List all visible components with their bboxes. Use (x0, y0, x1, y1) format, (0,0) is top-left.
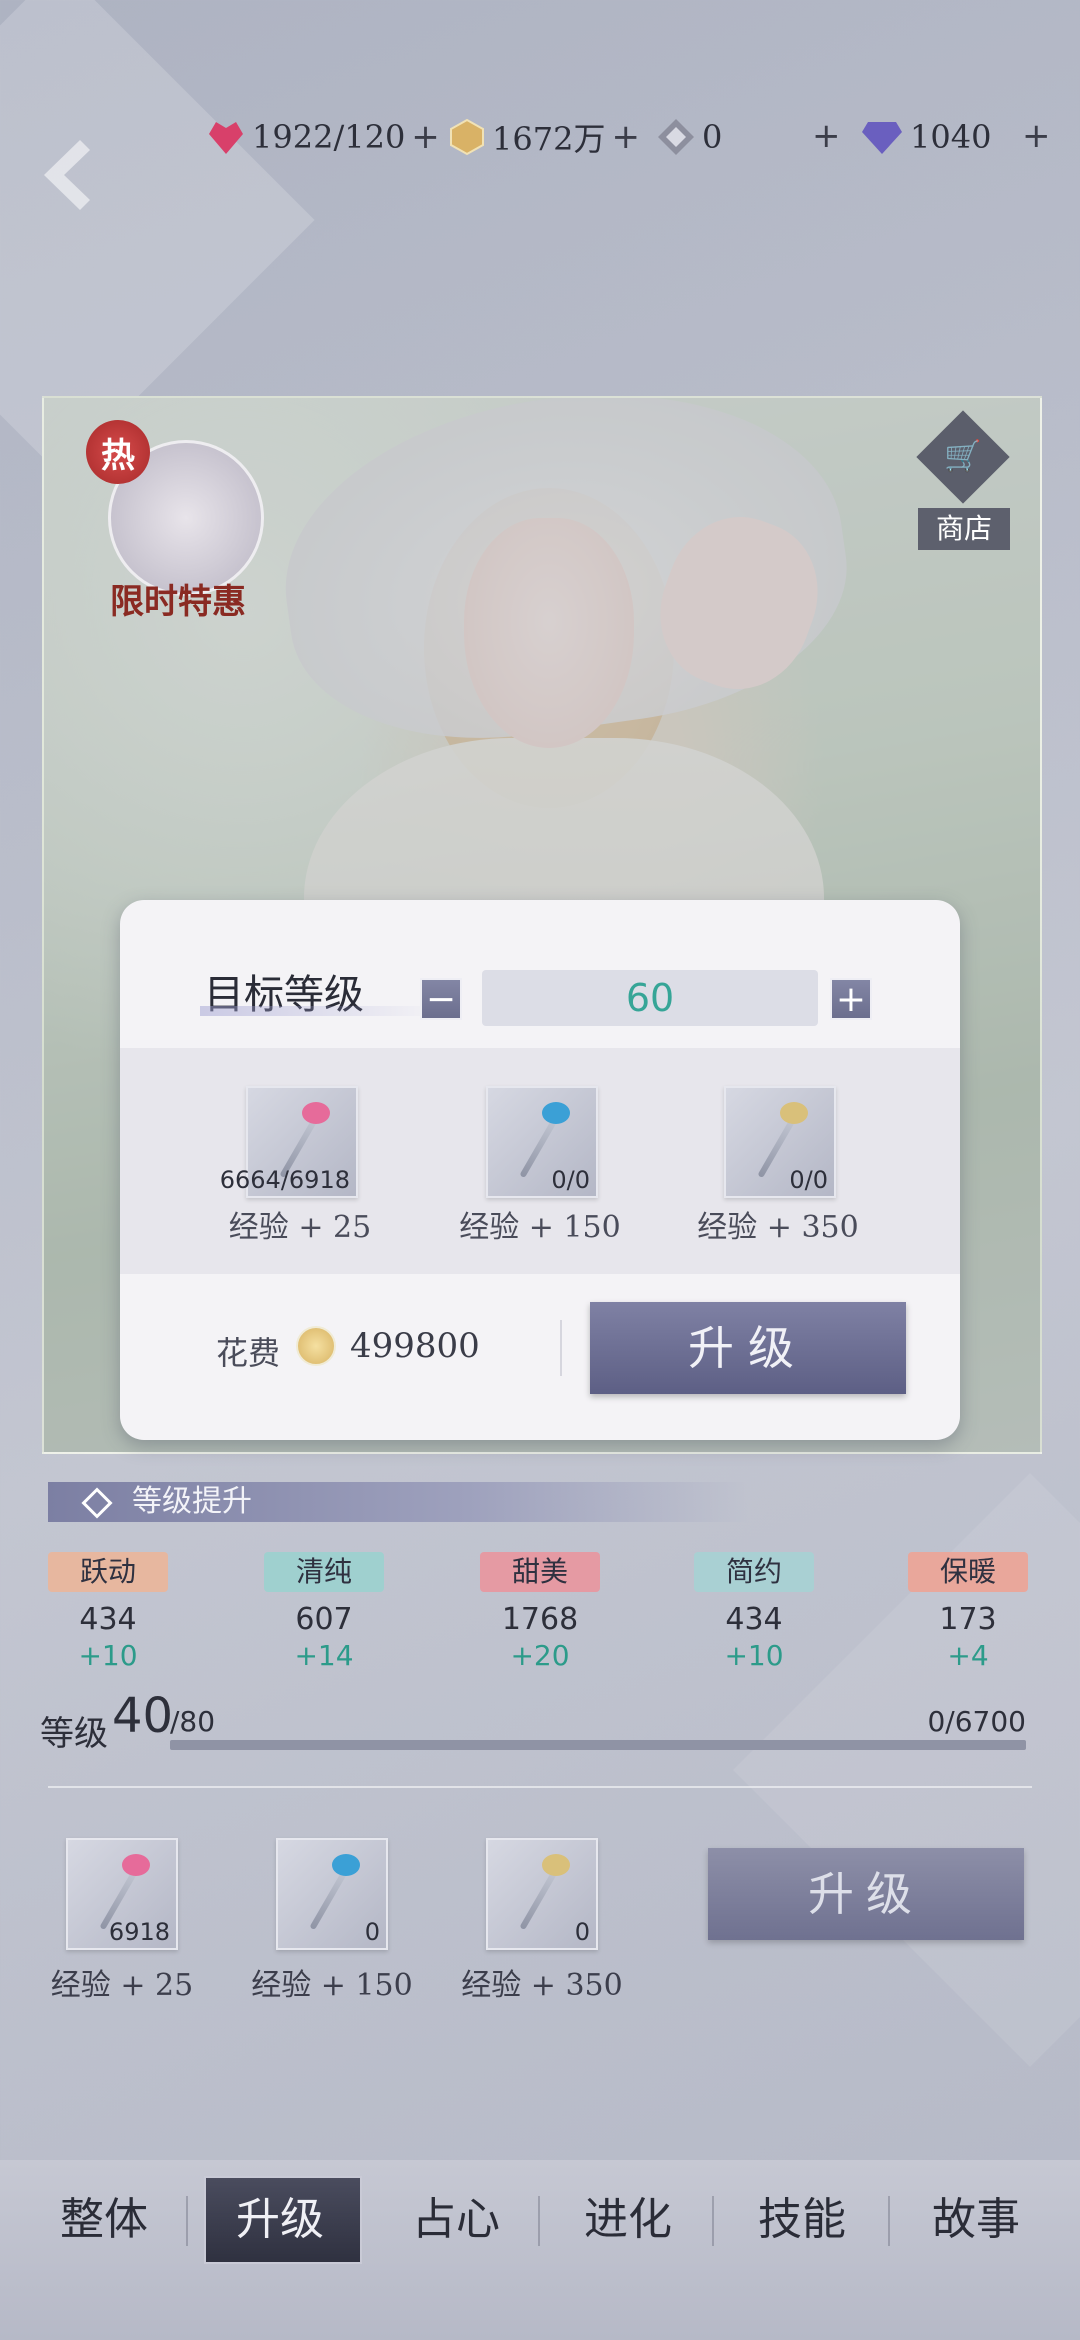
item-exp-label: 经验 + 150 (251, 1968, 413, 2003)
title-underline (200, 1006, 440, 1016)
limited-offer-label: 限时特惠 (110, 582, 246, 622)
diamond-add-button[interactable]: + (1022, 116, 1051, 156)
attribute-value: 434 (725, 1602, 783, 1637)
dialog-item-exp-label: 经验 + 25 (228, 1210, 372, 1245)
diamond-icon (862, 122, 902, 154)
item-exp-label: 经验 + 350 (461, 1968, 623, 2003)
attribute-value: 607 (295, 1602, 353, 1637)
wand-head-icon (332, 1854, 360, 1876)
cost-value: 499800 (350, 1326, 480, 1366)
dialog-upgrade-button[interactable]: 升级 (590, 1302, 906, 1394)
wand-head-icon (302, 1102, 330, 1124)
heart-gem-icon (209, 122, 243, 154)
exp-progress-text: 0/6700 (927, 1705, 1026, 1738)
tab-overview[interactable]: 整体 (14, 2160, 194, 2280)
increase-level-button[interactable]: + (830, 978, 872, 1020)
attribute-tag: 甜美 (480, 1552, 600, 1592)
attribute-increase: +14 (294, 1639, 354, 1672)
item-count: 0/0 (551, 1166, 590, 1194)
tab-upgrade[interactable]: 升级 (190, 2160, 370, 2280)
attribute-value: 1768 (501, 1602, 579, 1637)
dialog-exp-item-large[interactable]: 0/0 (724, 1086, 836, 1198)
attribute-tag: 简约 (694, 1552, 814, 1592)
max-level: /80 (170, 1705, 216, 1738)
stamina-value: 1922/120 (252, 118, 406, 156)
attribute-increase: +4 (947, 1639, 989, 1672)
exp-item-large[interactable]: 0 (486, 1838, 598, 1950)
attribute-increase: +10 (78, 1639, 138, 1672)
attribute-value: 173 (939, 1602, 997, 1637)
attribute-tag: 清纯 (264, 1552, 384, 1592)
crystal-icon (658, 119, 694, 155)
back-arrow-icon (44, 140, 90, 210)
divider (48, 1786, 1032, 1788)
diamond-bullet-icon (81, 1487, 113, 1519)
crystal-add-button[interactable]: + (812, 116, 841, 156)
gold-resource: 1672万 + (448, 112, 640, 162)
exp-item-medium[interactable]: 0 (276, 1838, 388, 1950)
stamina-add-button[interactable]: + (411, 117, 440, 157)
target-level-dialog: 目标等级 − 60 + 6664/6918 0/0 0/0 经验 + 25 经验… (120, 900, 960, 1440)
dialog-item-exp-label: 经验 + 350 (697, 1210, 859, 1245)
wand-head-icon (780, 1102, 808, 1124)
gold-value: 1672万 (492, 120, 606, 158)
level-label: 等级 (40, 1714, 108, 1754)
shop-label[interactable]: 商店 (918, 508, 1010, 550)
item-count: 6918 (108, 1918, 170, 1946)
gold-add-button[interactable]: + (611, 117, 640, 157)
wand-head-icon (542, 1102, 570, 1124)
stamina-resource: 1922/120 + (206, 112, 440, 162)
cost-label: 花费 (216, 1334, 281, 1372)
attribute-tag: 保暖 (908, 1552, 1028, 1592)
attribute-sweet: 甜美 1768 +20 (480, 1552, 600, 1672)
item-count: 0 (364, 1918, 380, 1946)
exp-progress-bar (170, 1740, 1026, 1750)
resource-bar: 1922/120 + 1672万 + 0 + 1040 + (190, 112, 1080, 162)
dialog-exp-item-small[interactable]: 6664/6918 (220, 1086, 358, 1198)
bottom-nav: 整体 升级 占心 进化 技能 故事 (0, 2160, 1080, 2340)
hot-badge: 热 (86, 420, 150, 484)
nav-divider (538, 2196, 540, 2246)
nav-divider (888, 2196, 890, 2246)
crystal-value: 0 (702, 118, 723, 156)
back-button[interactable] (30, 130, 110, 220)
attribute-simple: 简约 434 +10 (694, 1552, 814, 1672)
tab-evolve[interactable]: 进化 (538, 2160, 718, 2280)
item-count: 6664/6918 (219, 1166, 350, 1194)
attribute-pure: 清纯 607 +14 (264, 1552, 384, 1672)
current-level: 40 (112, 1688, 174, 1744)
divider (560, 1320, 562, 1376)
gold-coin-icon (296, 1326, 336, 1366)
wand-head-icon (542, 1854, 570, 1876)
item-count: 0/0 (789, 1166, 828, 1194)
attribute-lively: 跃动 434 +10 (48, 1552, 168, 1672)
wand-head-icon (122, 1854, 150, 1876)
attribute-increase: +20 (510, 1639, 570, 1672)
gold-coin-icon (450, 118, 484, 156)
target-level-input[interactable]: 60 (482, 970, 818, 1026)
item-exp-label: 经验 + 25 (50, 1968, 194, 2003)
section-title-text: 等级提升 (132, 1484, 252, 1519)
attribute-tag: 跃动 (48, 1552, 168, 1592)
crystal-resource: 0 (656, 112, 722, 162)
nav-divider (712, 2196, 714, 2246)
attribute-warm: 保暖 173 +4 (908, 1552, 1028, 1672)
item-count: 0 (574, 1918, 590, 1946)
shopping-cart-icon: 🛒 (944, 439, 982, 474)
attribute-increase: +10 (724, 1639, 784, 1672)
dialog-item-exp-label: 经验 + 150 (459, 1210, 621, 1245)
tab-story[interactable]: 故事 (886, 2160, 1066, 2280)
tab-skill[interactable]: 技能 (712, 2160, 892, 2280)
nav-divider (186, 2196, 188, 2246)
dialog-exp-item-medium[interactable]: 0/0 (486, 1086, 598, 1198)
decrease-level-button[interactable]: − (420, 978, 462, 1020)
attribute-value: 434 (79, 1602, 137, 1637)
exp-item-small[interactable]: 6918 (66, 1838, 178, 1950)
upgrade-button[interactable]: 升级 (708, 1848, 1024, 1940)
diamond-resource: 1040 (860, 112, 991, 162)
level-up-section-title: 等级提升 (48, 1482, 748, 1522)
tab-heart[interactable]: 占心 (366, 2160, 546, 2280)
diamond-value: 1040 (910, 118, 992, 156)
